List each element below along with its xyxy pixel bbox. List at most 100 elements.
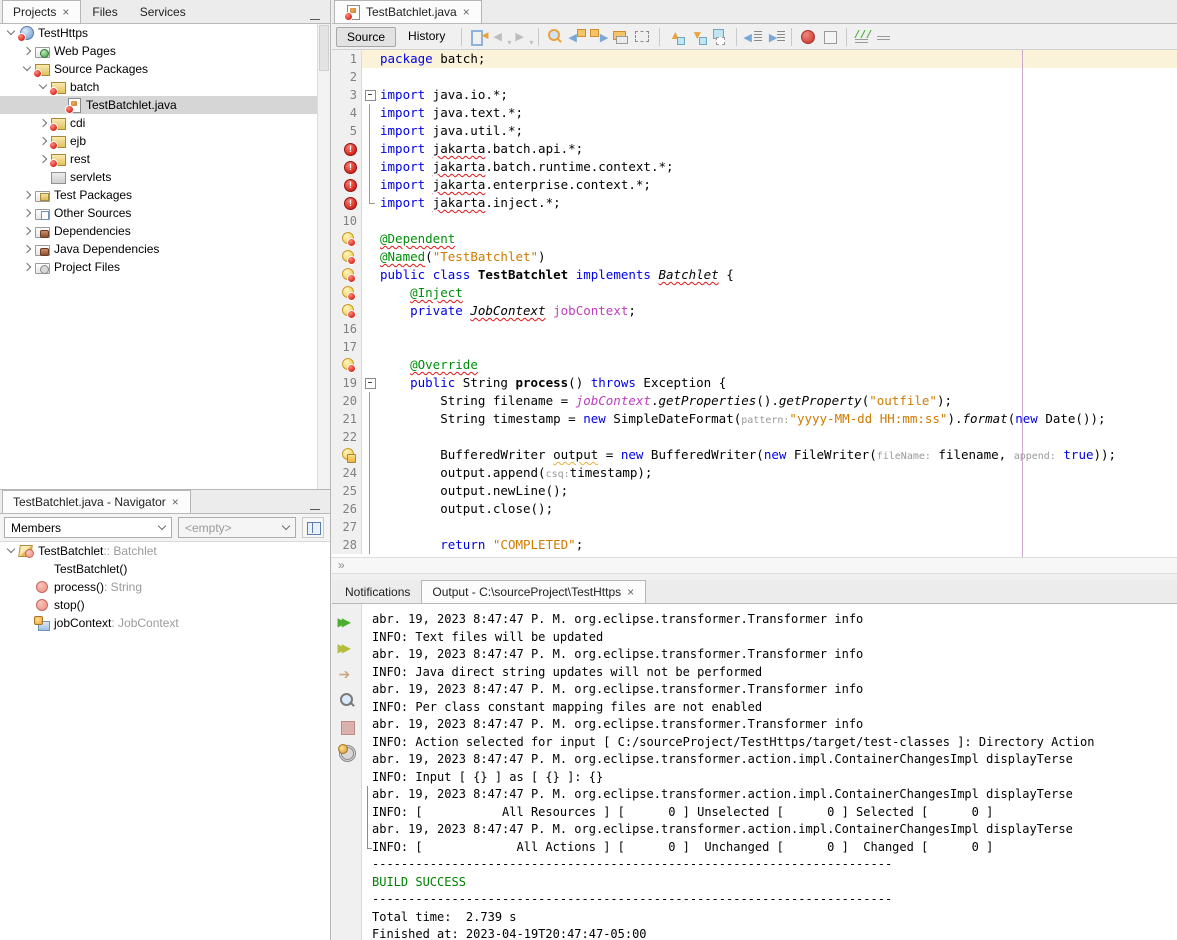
gutter-cell[interactable]: 2	[332, 68, 362, 86]
tab-testbatchlet-java[interactable]: TestBatchlet.java ×	[334, 0, 482, 23]
forward-icon[interactable]	[512, 27, 532, 47]
close-icon[interactable]: ×	[462, 6, 471, 18]
tree-item-testbatchlet[interactable]: TestBatchlet()	[0, 560, 330, 578]
rerun-goals-icon[interactable]	[336, 638, 358, 660]
gutter-cell[interactable]: 4	[332, 104, 362, 122]
chevron-expanded-icon[interactable]	[4, 543, 18, 559]
tree-item-testbatchlet[interactable]: TestBatchlet :: Batchlet	[0, 542, 330, 560]
rerun-build-icon[interactable]	[336, 612, 358, 634]
chevron-collapsed-icon[interactable]	[36, 115, 50, 131]
projects-scrollbar[interactable]	[317, 24, 330, 489]
chevron-collapsed-icon[interactable]	[20, 223, 34, 239]
tab-navigator[interactable]: TestBatchlet.java - Navigator ×	[2, 490, 191, 513]
stop-shape-icon[interactable]	[820, 27, 840, 47]
show-inherited-members-button[interactable]	[302, 517, 324, 538]
members-filter-select[interactable]: Members	[4, 517, 172, 538]
source-view-button[interactable]: Source	[336, 27, 396, 47]
tree-item-cdi[interactable]: cdi	[0, 114, 317, 132]
shift-left-icon[interactable]	[743, 27, 763, 47]
find-icon[interactable]	[545, 27, 565, 47]
tree-item-process[interactable]: process() : String	[0, 578, 330, 596]
tree-item-stop[interactable]: stop()	[0, 596, 330, 614]
stop-icon[interactable]	[336, 716, 358, 738]
minimize-icon[interactable]	[310, 11, 320, 23]
inheritance-filter-select[interactable]: <empty>	[178, 517, 296, 538]
next-bm-icon[interactable]	[688, 27, 708, 47]
comment-icon[interactable]	[853, 27, 873, 47]
close-icon[interactable]: ×	[171, 496, 180, 508]
chevron-collapsed-icon[interactable]	[20, 259, 34, 275]
gutter-cell[interactable]: 1	[332, 50, 362, 68]
chevron-collapsed-icon[interactable]	[20, 43, 34, 59]
gutter-cell[interactable]: 16	[332, 320, 362, 338]
back-icon[interactable]	[490, 27, 510, 47]
shift-right-icon[interactable]	[765, 27, 785, 47]
gutter-cell[interactable]: 10	[332, 212, 362, 230]
last-edit-icon[interactable]	[468, 27, 488, 47]
gutter-cell[interactable]	[332, 266, 362, 284]
highlight-icon[interactable]	[611, 27, 631, 47]
chevron-expanded-icon[interactable]	[36, 79, 50, 95]
gutter-cell[interactable]	[332, 284, 362, 302]
fold-collapse-icon[interactable]	[362, 374, 376, 392]
gutter-cell[interactable]: 27	[332, 518, 362, 536]
gutter-cell[interactable]: 28	[332, 536, 362, 554]
chevron-expanded-icon[interactable]	[4, 25, 18, 41]
search-icon[interactable]	[336, 690, 358, 712]
gutter-cell[interactable]	[332, 176, 362, 194]
tree-item-other-sources[interactable]: Other Sources	[0, 204, 317, 222]
tree-item-source-packages[interactable]: Source Packages	[0, 60, 317, 78]
tree-item-dependencies[interactable]: Dependencies	[0, 222, 317, 240]
gutter-cell[interactable]	[332, 302, 362, 320]
gutter-cell[interactable]	[332, 140, 362, 158]
close-icon[interactable]: ×	[61, 6, 70, 18]
code-editor[interactable]: 1package batch;23import java.io.*;4impor…	[332, 50, 1177, 557]
gutter-cell[interactable]: 22	[332, 428, 362, 446]
tab-files[interactable]: Files	[81, 0, 128, 23]
tree-item-jobcontext[interactable]: jobContext : JobContext	[0, 614, 330, 632]
tree-item-servlets[interactable]: servlets	[0, 168, 317, 186]
tab-notifications[interactable]: Notifications	[334, 580, 421, 603]
close-icon[interactable]: ×	[626, 586, 635, 598]
chevron-collapsed-icon[interactable]	[20, 187, 34, 203]
gutter-cell[interactable]: 3	[332, 86, 362, 104]
tree-item-web-pages[interactable]: Web Pages	[0, 42, 317, 60]
gutter-cell[interactable]: 25	[332, 482, 362, 500]
tree-item-project-files[interactable]: Project Files	[0, 258, 317, 276]
uncomment-icon[interactable]	[875, 27, 895, 47]
history-view-button[interactable]: History	[398, 27, 455, 47]
output-console[interactable]: abr. 19, 2023 8:47:47 P. M. org.eclipse.…	[362, 604, 1177, 940]
gutter-cell[interactable]: 17	[332, 338, 362, 356]
breakpoint-icon[interactable]	[798, 27, 818, 47]
minimize-icon[interactable]	[310, 501, 320, 513]
gutter-cell[interactable]: 20	[332, 392, 362, 410]
tree-item-ejb[interactable]: ejb	[0, 132, 317, 150]
tree-item-java-dependencies[interactable]: Java Dependencies	[0, 240, 317, 258]
chevron-collapsed-icon[interactable]	[36, 133, 50, 149]
tab-projects[interactable]: Projects ×	[2, 0, 81, 23]
tree-item-testhttps[interactable]: TestHttps	[0, 24, 317, 42]
prev-occ-icon[interactable]	[567, 27, 587, 47]
breadcrumb[interactable]: »	[332, 557, 1177, 574]
options-icon[interactable]	[336, 742, 358, 764]
chevron-collapsed-icon[interactable]	[36, 151, 50, 167]
tree-item-test-packages[interactable]: Test Packages	[0, 186, 317, 204]
gutter-cell[interactable]: 5	[332, 122, 362, 140]
gutter-cell[interactable]: 24	[332, 464, 362, 482]
rect-sel-icon[interactable]	[633, 27, 653, 47]
chevron-collapsed-icon[interactable]	[20, 241, 34, 257]
gutter-cell[interactable]	[332, 230, 362, 248]
gutter-cell[interactable]	[332, 356, 362, 374]
tree-item-testbatchlet-java[interactable]: TestBatchlet.java	[0, 96, 317, 114]
gutter-cell[interactable]: 19	[332, 374, 362, 392]
chevron-expanded-icon[interactable]	[20, 61, 34, 77]
tab-services[interactable]: Services	[129, 0, 197, 23]
gutter-cell[interactable]: 26	[332, 500, 362, 518]
tree-item-batch[interactable]: batch	[0, 78, 317, 96]
gutter-cell[interactable]	[332, 194, 362, 212]
prev-bm-icon[interactable]	[666, 27, 686, 47]
resume-icon[interactable]	[336, 664, 358, 686]
tab-output[interactable]: Output - C:\sourceProject\TestHttps ×	[421, 580, 646, 603]
gutter-cell[interactable]	[332, 248, 362, 266]
tree-item-rest[interactable]: rest	[0, 150, 317, 168]
